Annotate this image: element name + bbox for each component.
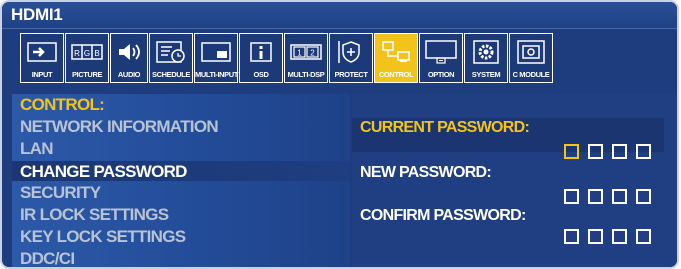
info-icon — [244, 38, 278, 65]
tab-system-label: SYSTEM — [471, 70, 501, 79]
current-password-digit-2[interactable] — [588, 144, 603, 159]
speaker-icon — [112, 38, 146, 65]
title-bar: HDMI1 — [2, 2, 677, 29]
new-password-digit-1[interactable] — [564, 189, 579, 204]
tab-audio-label: AUDIO — [117, 70, 141, 79]
current-password-digit-4[interactable] — [636, 144, 651, 159]
module-icon — [514, 38, 548, 65]
tab-input[interactable]: INPUT — [20, 33, 64, 83]
tab-multi-dsp-label: MULTI-DSP — [287, 70, 325, 79]
tab-c-module-label: C MODULE — [512, 70, 550, 79]
tab-option-label: OPTION — [427, 70, 455, 79]
new-password-digit-4[interactable] — [636, 189, 651, 204]
current-password-label: CURRENT PASSWORD: — [360, 119, 530, 136]
tab-multi-input[interactable]: MULTI-INPUT — [194, 33, 238, 83]
svg-text:G: G — [84, 49, 90, 58]
tab-c-module[interactable]: C MODULE — [509, 33, 553, 83]
tab-audio[interactable]: AUDIO — [110, 33, 148, 83]
control-menu: CONTROL: NETWORK INFORMATION LAN CHANGE … — [12, 94, 350, 267]
tab-control-label: CONTROL — [378, 70, 414, 79]
confirm-password-digit-2[interactable] — [588, 229, 603, 244]
control-icon — [379, 38, 413, 65]
tab-picture[interactable]: R G B PICTURE — [65, 33, 109, 83]
multi-input-icon — [199, 38, 233, 65]
svg-text:B: B — [94, 49, 99, 58]
tab-protect-label: PROTECT — [334, 70, 368, 79]
menu-item-key-lock-settings[interactable]: KEY LOCK SETTINGS — [20, 227, 186, 247]
monitor-icon — [424, 38, 458, 65]
confirm-password-digit-1[interactable] — [564, 229, 579, 244]
gear-icon — [469, 38, 503, 65]
tab-protect[interactable]: PROTECT — [329, 33, 373, 83]
new-password-digit-2[interactable] — [588, 189, 603, 204]
confirm-password-digit-4[interactable] — [636, 229, 651, 244]
tab-picture-label: PICTURE — [71, 70, 103, 79]
menu-item-network-information[interactable]: NETWORK INFORMATION — [20, 117, 219, 137]
password-panel: CURRENT PASSWORD: NEW PASSWORD: CONFIRM … — [352, 94, 677, 267]
confirm-password-digit-3[interactable] — [612, 229, 627, 244]
input-icon — [25, 38, 59, 65]
tab-system[interactable]: SYSTEM — [464, 33, 508, 83]
tab-input-label: INPUT — [31, 70, 53, 79]
confirm-password-label: CONFIRM PASSWORD: — [360, 207, 526, 224]
tab-multi-input-label: MULTI-INPUT — [195, 70, 238, 79]
current-password-field[interactable] — [564, 144, 651, 159]
new-password-label: NEW PASSWORD: — [360, 164, 492, 181]
menu-heading: CONTROL: — [20, 95, 105, 114]
tab-schedule[interactable]: SCHEDULE — [149, 33, 193, 83]
menu-item-ir-lock-settings[interactable]: IR LOCK SETTINGS — [20, 205, 169, 225]
window-title: HDMI1 — [11, 5, 63, 24]
rgb-icon: R G B — [70, 38, 104, 65]
current-password-digit-3[interactable] — [612, 144, 627, 159]
menu-item-security[interactable]: SECURITY — [20, 183, 101, 203]
schedule-icon — [154, 38, 188, 65]
tab-osd-label: OSD — [253, 70, 269, 79]
tab-schedule-label: SCHEDULE — [151, 70, 191, 79]
tab-osd[interactable]: OSD — [239, 33, 283, 83]
confirm-password-field[interactable] — [564, 229, 651, 244]
current-password-digit-1[interactable] — [564, 144, 579, 159]
svg-text:1: 1 — [297, 48, 302, 57]
tab-option[interactable]: OPTION — [419, 33, 463, 83]
main-menu-bar: INPUT R G B PICTURE AUDIO SCHEDULE MULTI… — [20, 33, 553, 83]
menu-item-lan[interactable]: LAN — [20, 139, 54, 159]
tab-control[interactable]: CONTROL — [374, 33, 418, 83]
svg-text:R: R — [74, 49, 80, 58]
osd-window: HDMI1 INPUT R G B PICTURE AUDIO SCHEDULE… — [0, 0, 679, 269]
menu-item-change-password[interactable]: CHANGE PASSWORD — [20, 162, 187, 182]
tab-multi-dsp[interactable]: 1 2 MULTI-DSP — [284, 33, 328, 83]
menu-item-ddc-ci[interactable]: DDC/CI — [20, 249, 75, 267]
shield-icon — [334, 38, 368, 65]
new-password-digit-3[interactable] — [612, 189, 627, 204]
new-password-field[interactable] — [564, 189, 651, 204]
multi-display-icon: 1 2 — [289, 38, 323, 65]
svg-text:2: 2 — [310, 48, 315, 57]
